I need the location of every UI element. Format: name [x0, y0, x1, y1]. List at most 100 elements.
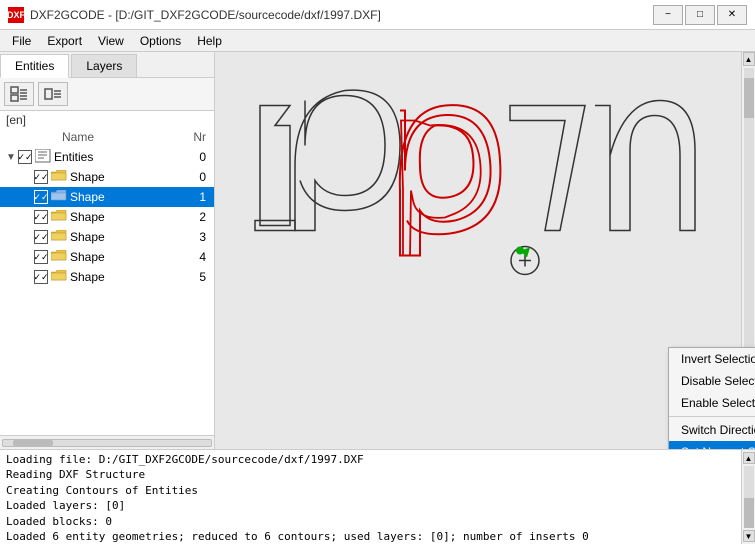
main-layout: Entities Layers	[0, 52, 755, 544]
tree-expander[interactable]: ▼	[4, 152, 18, 163]
panel-toolbar	[0, 78, 214, 111]
tree-nr: 0	[190, 150, 210, 164]
log-line: Creating Contours of Entities	[6, 483, 735, 498]
tree-row[interactable]: ▼ ✓ Entities 0	[0, 147, 214, 167]
tree-nr: 2	[190, 210, 210, 224]
context-menu: Invert Selection Disable Selection Enabl…	[668, 347, 755, 449]
folder-icon	[51, 270, 67, 285]
title-controls: − □ ✕	[653, 5, 747, 25]
content-area: Entities Layers	[0, 52, 755, 449]
context-menu-item-disable-selection[interactable]: Disable Selection	[669, 370, 755, 392]
tree-checkbox[interactable]: ✓	[34, 270, 48, 284]
folder-icon	[51, 170, 67, 185]
entities-icon	[35, 149, 51, 166]
log-line: Reading DXF Structure	[6, 467, 735, 482]
col-name: Name	[4, 130, 176, 144]
tree-row[interactable]: ✓ Shape 5	[0, 267, 214, 287]
tree-expander	[20, 272, 34, 283]
tree-scroll-track	[2, 439, 212, 447]
tree-checkbox[interactable]: ✓	[34, 230, 48, 244]
canvas-area: Invert Selection Disable Selection Enabl…	[215, 52, 755, 449]
log-line: Loaded 6 entity geometries; reduced to 6…	[6, 529, 735, 544]
tree-row[interactable]: ✓ Shape 4	[0, 247, 214, 267]
menu-item-export[interactable]: Export	[39, 30, 90, 51]
folder-icon	[51, 230, 67, 245]
tree-row[interactable]: ✓ Shape 0	[0, 167, 214, 187]
tree-label: Shape	[70, 210, 190, 224]
folder-icon	[51, 210, 67, 225]
title-text: DXF2GCODE - [D:/GIT_DXF2GCODE/sourcecode…	[30, 8, 381, 22]
tree-row[interactable]: ✓ Shape 2	[0, 207, 214, 227]
log-line: Loaded layers: [0]	[6, 498, 735, 513]
ctx-item-label: Disable Selection	[681, 374, 755, 388]
status-area: Loading file: D:/GIT_DXF2GCODE/sourcecod…	[0, 449, 755, 544]
scroll-up-button[interactable]: ▲	[743, 52, 755, 66]
tree-expander	[20, 232, 34, 243]
col-nr: Nr	[180, 130, 210, 144]
tab-entities[interactable]: Entities	[0, 54, 69, 78]
tree-label: Shape	[70, 270, 190, 284]
tree-label: Shape	[70, 190, 190, 204]
menu-item-file[interactable]: File	[4, 30, 39, 51]
left-panel: Entities Layers	[0, 52, 215, 449]
tree-horizontal-scrollbar[interactable]	[0, 435, 214, 449]
close-button[interactable]: ✕	[717, 5, 747, 25]
log-line: Loaded blocks: 0	[6, 514, 735, 529]
scroll-thumb[interactable]	[744, 78, 754, 118]
tree-label: Shape	[70, 250, 190, 264]
folder-icon	[51, 250, 67, 265]
context-menu-item-switch-direction[interactable]: Switch Direction	[669, 419, 755, 441]
tree-expander	[20, 192, 34, 203]
tree-nr: 5	[190, 270, 210, 284]
locale-label: [en]	[0, 111, 214, 129]
tree-nr: 0	[190, 170, 210, 184]
tree-expander	[20, 252, 34, 263]
context-menu-item-set-nearest-startpoint[interactable]: Set Nearest StartPoint	[669, 441, 755, 449]
tree-checkbox[interactable]: ✓	[34, 210, 48, 224]
tree-nr: 4	[190, 250, 210, 264]
tree-nr: 3	[190, 230, 210, 244]
tree-row[interactable]: ✓ Shape 3	[0, 227, 214, 247]
tree-label: Shape	[70, 230, 190, 244]
ctx-item-label: Set Nearest StartPoint	[681, 445, 755, 449]
context-menu-item-invert-selection[interactable]: Invert Selection	[669, 348, 755, 370]
log-scroll-down-button[interactable]: ▼	[743, 530, 755, 542]
ctx-item-label: Enable Selection	[681, 396, 755, 410]
log-scroll-thumb[interactable]	[744, 498, 754, 528]
tree-row[interactable]: ✓ Shape 1	[0, 187, 214, 207]
tree-expander	[20, 172, 34, 183]
collapse-all-button[interactable]	[38, 82, 68, 106]
expand-all-button[interactable]	[4, 82, 34, 106]
context-menu-separator	[669, 416, 755, 417]
tree-checkbox[interactable]: ✓	[34, 170, 48, 184]
tree-checkbox[interactable]: ✓	[34, 250, 48, 264]
status-wrapper: Loading file: D:/GIT_DXF2GCODE/sourcecod…	[0, 450, 755, 544]
log-content: Loading file: D:/GIT_DXF2GCODE/sourcecod…	[0, 450, 741, 544]
tab-layers[interactable]: Layers	[71, 54, 137, 77]
tree-label: Shape	[70, 170, 190, 184]
maximize-button[interactable]: □	[685, 5, 715, 25]
context-menu-item-enable-selection[interactable]: Enable Selection	[669, 392, 755, 414]
folder-icon	[51, 190, 67, 205]
tree-scroll-thumb[interactable]	[13, 440, 53, 446]
log-scroll-track	[744, 466, 754, 528]
menu-bar: FileExportViewOptionsHelp	[0, 30, 755, 52]
menu-item-options[interactable]: Options	[132, 30, 189, 51]
tree-nr: 1	[190, 190, 210, 204]
ctx-item-label: Invert Selection	[681, 352, 755, 366]
minimize-button[interactable]: −	[653, 5, 683, 25]
title-bar: DXF DXF2GCODE - [D:/GIT_DXF2GCODE/source…	[0, 0, 755, 30]
tree-expander	[20, 212, 34, 223]
tree-checkbox[interactable]: ✓	[18, 150, 32, 164]
menu-item-help[interactable]: Help	[189, 30, 230, 51]
log-scroll-up-button[interactable]: ▲	[743, 452, 755, 464]
tree-area[interactable]: ▼ ✓ Entities 0	[0, 145, 214, 435]
title-bar-left: DXF DXF2GCODE - [D:/GIT_DXF2GCODE/source…	[8, 7, 381, 23]
tree-checkbox[interactable]: ✓	[34, 190, 48, 204]
app-icon: DXF	[8, 7, 24, 23]
tree-column-headers: Name Nr	[0, 129, 214, 145]
log-vertical-scrollbar[interactable]: ▲ ▼	[741, 450, 755, 544]
ctx-item-label: Switch Direction	[681, 423, 755, 437]
menu-item-view[interactable]: View	[90, 30, 132, 51]
app-icon-text: DXF	[7, 10, 25, 20]
